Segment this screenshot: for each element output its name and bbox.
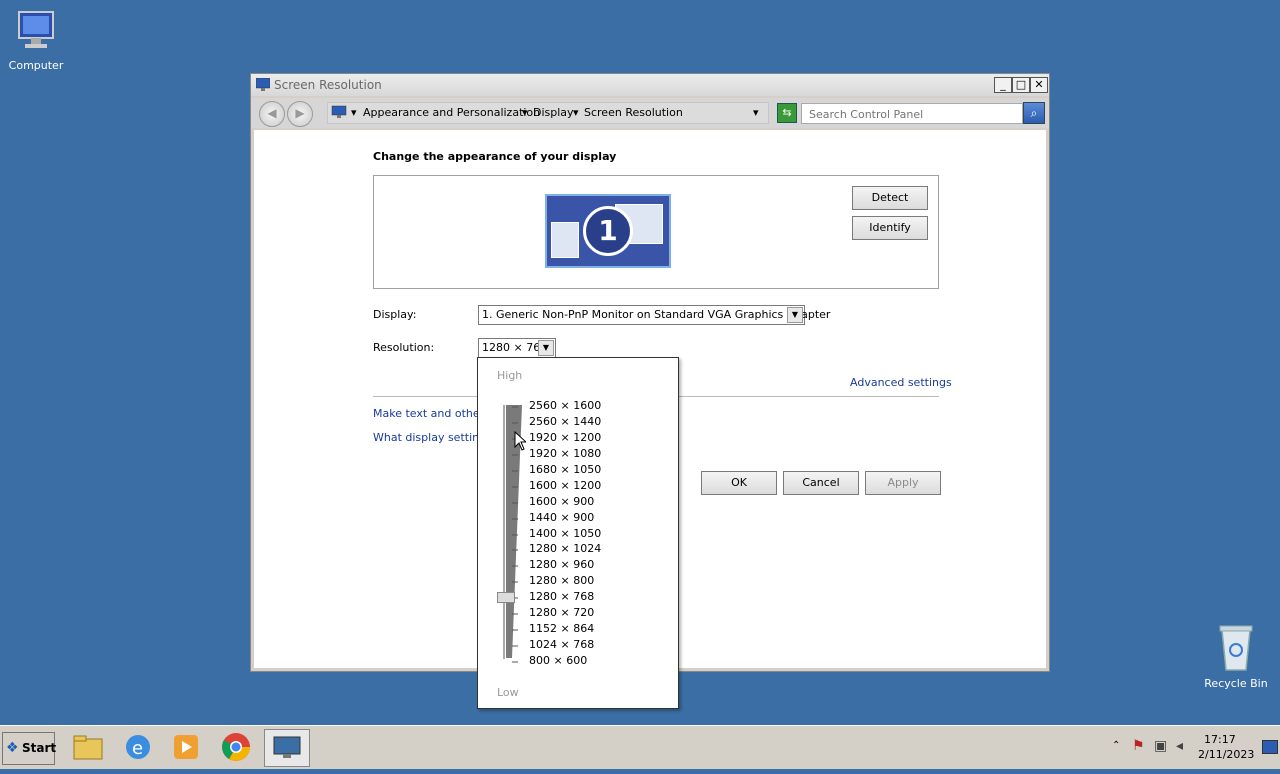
explorer-taskbar-icon[interactable]	[68, 729, 108, 765]
identify-button[interactable]: Identify	[852, 216, 928, 240]
monitor-preview-panel: 1 Detect Identify	[373, 175, 939, 289]
start-label: Start	[22, 741, 57, 755]
address-dropdown-icon[interactable]: ▾	[753, 106, 759, 119]
computer-label: Computer	[8, 59, 64, 72]
resolution-option[interactable]: 1024 × 768	[529, 638, 594, 651]
title-bar[interactable]: Screen Resolution _ □ ✕	[251, 74, 1049, 96]
search-input[interactable]	[807, 105, 1021, 123]
media-player-icon	[174, 735, 198, 759]
resolution-option[interactable]: 1280 × 800	[529, 574, 594, 587]
resolution-option[interactable]: 1280 × 960	[529, 558, 594, 571]
close-button[interactable]: ✕	[1030, 77, 1048, 93]
folder-icon	[73, 735, 103, 760]
resolution-dropdown: High 2560 × 1600 2560 × 1440 1920 × 1200 19…	[477, 357, 679, 709]
breadcrumb-display[interactable]: Display	[533, 106, 574, 119]
windows-logo-icon: ❖	[6, 740, 19, 756]
resolution-option[interactable]: 1600 × 900	[529, 495, 594, 508]
apply-button[interactable]: Apply	[865, 471, 941, 495]
breadcrumb-appearance[interactable]: Appearance and Personalization	[363, 106, 540, 119]
monitor-number-badge: 1	[583, 206, 633, 256]
advanced-settings-link[interactable]: Advanced settings	[850, 376, 952, 389]
breadcrumb-separator-icon[interactable]: ▾	[351, 106, 357, 119]
resolution-option[interactable]: 1440 × 900	[529, 511, 594, 524]
resolution-option[interactable]: 1400 × 1050	[529, 527, 601, 540]
breadcrumb-separator-icon[interactable]: ▾	[522, 106, 528, 119]
back-button[interactable]: ◀	[259, 101, 285, 127]
resolution-option[interactable]: 2560 × 1440	[529, 415, 601, 428]
display-select-value: 1. Generic Non-PnP Monitor on Standard V…	[482, 308, 831, 321]
chrome-icon	[222, 733, 250, 761]
high-label: High	[497, 369, 523, 382]
resolution-option[interactable]: 1920 × 1080	[529, 447, 601, 460]
low-label: Low	[497, 686, 519, 699]
ie-icon: e	[126, 735, 150, 759]
window-title: Screen Resolution	[274, 78, 382, 92]
svg-text:e: e	[132, 738, 143, 759]
system-tray: ⌃ ⚑ ▣ ◂ 17:17 2/11/2023	[1106, 730, 1256, 764]
resolution-option[interactable]: 1280 × 1024	[529, 542, 601, 555]
text-size-link[interactable]: Make text and other i	[373, 407, 491, 420]
maximize-button[interactable]: □	[1012, 77, 1030, 93]
resolution-select[interactable]: 1280 × 768 ▼	[478, 338, 556, 358]
control-panel-icon	[331, 105, 347, 118]
breadcrumb-screen-resolution[interactable]: Screen Resolution	[584, 106, 683, 119]
forward-button[interactable]: ▶	[287, 101, 313, 127]
detect-button[interactable]: Detect	[852, 186, 928, 210]
display-icon	[273, 736, 301, 758]
resolution-option[interactable]: 800 × 600	[529, 654, 587, 667]
search-box[interactable]	[801, 103, 1023, 124]
display-label: Display:	[373, 308, 417, 321]
chrome-taskbar-icon[interactable]	[216, 729, 256, 765]
page-heading: Change the appearance of your display	[373, 150, 617, 163]
internet-explorer-taskbar-icon[interactable]: e	[118, 729, 158, 765]
resolution-label: Resolution:	[373, 341, 435, 354]
recycle-bin-label: Recycle Bin	[1204, 677, 1268, 690]
monitor-1-icon[interactable]: 1	[545, 194, 671, 268]
start-button[interactable]: ❖ Start	[2, 732, 57, 765]
screen-resolution-taskbar-icon[interactable]	[264, 729, 310, 767]
show-hidden-icons-icon[interactable]: ⌃	[1112, 740, 1120, 751]
computer-icon	[18, 11, 54, 48]
resolution-option[interactable]: 1920 × 1200	[529, 431, 601, 444]
display-select[interactable]: 1. Generic Non-PnP Monitor on Standard V…	[478, 305, 830, 325]
chevron-down-icon[interactable]: ▼	[787, 307, 803, 323]
breadcrumb-separator-icon[interactable]: ▾	[573, 106, 579, 119]
clock-date[interactable]: 2/11/2023	[1198, 748, 1254, 761]
search-icon[interactable]: ⌕	[1023, 102, 1045, 124]
computer-desktop-icon[interactable]: Computer	[0, 8, 72, 72]
show-desktop-button[interactable]	[1262, 740, 1278, 754]
cancel-button[interactable]: Cancel	[783, 471, 859, 495]
action-center-icon[interactable]: ⚑	[1132, 738, 1145, 754]
monitor-number: 1	[598, 214, 618, 247]
display-app-icon	[256, 78, 270, 91]
display-settings-help-link[interactable]: What display settings	[373, 431, 492, 444]
mouse-cursor-icon	[514, 431, 526, 451]
monitor-screen-window	[551, 222, 579, 258]
chevron-down-icon[interactable]: ▼	[538, 340, 554, 356]
resolution-option[interactable]: 1280 × 720	[529, 606, 594, 619]
resolution-option[interactable]: 1152 × 864	[529, 622, 594, 635]
resolution-option[interactable]: 1600 × 1200	[529, 479, 601, 492]
refresh-button[interactable]: ⇆	[777, 103, 797, 123]
network-icon[interactable]: ▣	[1154, 738, 1167, 754]
volume-muted-icon[interactable]: ◂	[1176, 738, 1183, 754]
address-bar[interactable]: ▾ Appearance and Personalization ▾ Displ…	[327, 102, 769, 124]
recycle-bin-desktop-icon[interactable]: Recycle Bin	[1200, 622, 1272, 690]
media-player-taskbar-icon[interactable]	[166, 729, 206, 765]
slider-thumb[interactable]	[497, 592, 515, 603]
clock-time[interactable]: 17:17	[1204, 733, 1236, 746]
resolution-option[interactable]: 1280 × 768	[529, 590, 594, 603]
navigation-bar: ◀ ▶ ▾ Appearance and Personalization ▾ D…	[251, 98, 1049, 128]
resolution-option[interactable]: 2560 × 1600	[529, 399, 601, 412]
taskbar: ❖ Start e ⌃ ⚑ ▣ ◂ 17:17 2/11/2023	[0, 725, 1280, 769]
resolution-option[interactable]: 1680 × 1050	[529, 463, 601, 476]
minimize-button[interactable]: _	[994, 77, 1012, 93]
recycle-bin-icon	[1219, 625, 1253, 671]
ok-button[interactable]: OK	[701, 471, 777, 495]
